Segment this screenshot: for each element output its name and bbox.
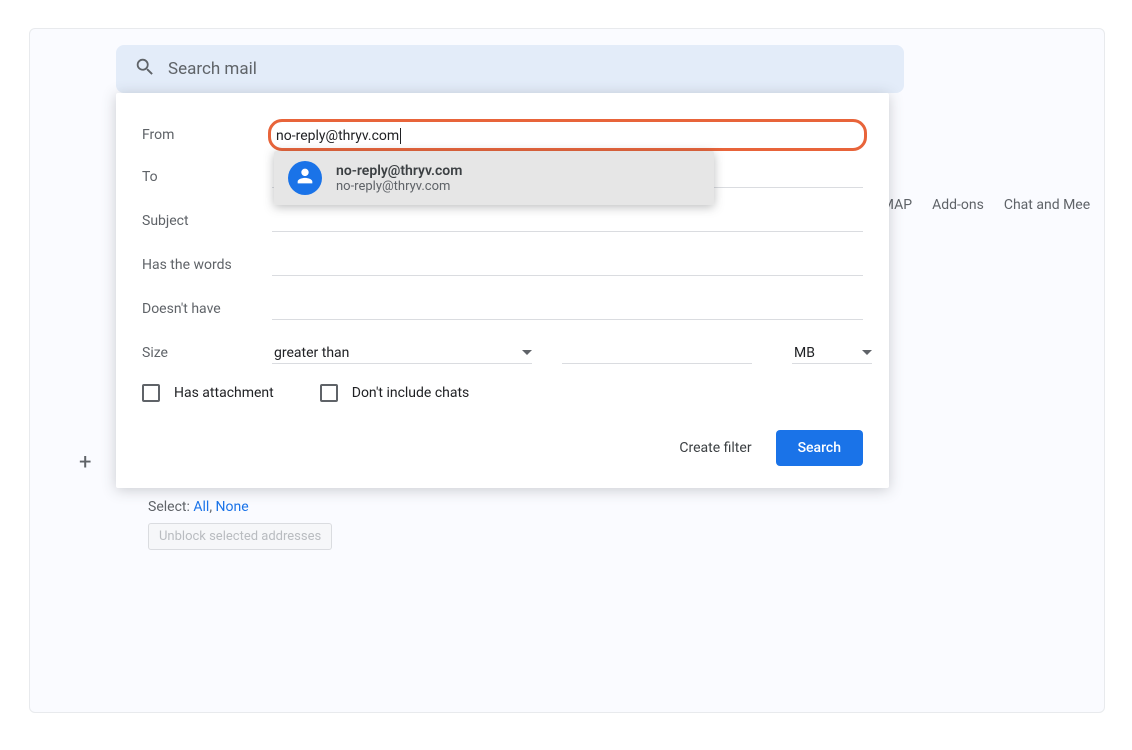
checkbox-row: Has attachment Don't include chats (142, 384, 863, 402)
select-none-link[interactable]: None (216, 499, 249, 515)
label-subject: Subject (142, 213, 272, 229)
text-caret (400, 128, 401, 144)
row-size: Size greater than MB (142, 342, 863, 364)
size-unit-value: MB (794, 345, 815, 361)
row-doesnt-have: Doesn't have (142, 298, 863, 320)
suggestion-item[interactable]: no-reply@thryv.com no-reply@thryv.com (274, 151, 714, 205)
tab-addons[interactable]: Add-ons (932, 197, 984, 213)
suggestion-name: no-reply@thryv.com (336, 163, 462, 179)
blocked-addresses-section: Select: All, None Unblock selected addre… (148, 499, 332, 550)
doesnt-have-input[interactable] (272, 298, 863, 320)
dont-include-chats-label: Don't include chats (352, 385, 470, 401)
size-unit-select[interactable]: MB (792, 342, 872, 364)
size-operator-select[interactable]: greater than (272, 342, 532, 364)
chevron-down-icon (522, 350, 532, 355)
search-bar[interactable]: Search mail (116, 45, 904, 93)
label-size: Size (142, 345, 272, 361)
has-words-input[interactable] (272, 254, 863, 276)
compose-plus-icon[interactable]: + (79, 452, 91, 474)
autocomplete-suggestion: no-reply@thryv.com no-reply@thryv.com (274, 151, 714, 205)
search-icon (134, 56, 156, 82)
settings-panel: Search mail IMAP Add-ons Chat and Mee + … (29, 28, 1105, 713)
search-button[interactable]: Search (776, 430, 863, 466)
chevron-down-icon (862, 350, 872, 355)
settings-tabs: IMAP Add-ons Chat and Mee (878, 197, 1090, 213)
row-has-words: Has the words (142, 254, 863, 276)
label-has-words: Has the words (142, 257, 272, 273)
create-filter-button[interactable]: Create filter (679, 440, 751, 456)
from-input[interactable]: no-reply@thryv.com (272, 125, 863, 144)
suggestion-email: no-reply@thryv.com (336, 179, 462, 194)
size-operator-value: greater than (274, 345, 349, 361)
from-value: no-reply@thryv.com (272, 128, 399, 144)
filter-actions: Create filter Search (142, 430, 863, 466)
avatar (288, 161, 322, 195)
search-placeholder: Search mail (168, 59, 257, 79)
dont-include-chats-checkbox[interactable] (320, 384, 338, 402)
suggestion-text: no-reply@thryv.com no-reply@thryv.com (336, 163, 462, 194)
label-from: From (142, 127, 272, 143)
tab-chat[interactable]: Chat and Mee (1004, 197, 1090, 213)
label-doesnt-have: Doesn't have (142, 301, 272, 317)
select-all-link[interactable]: All (193, 499, 209, 515)
size-value-input[interactable] (562, 342, 752, 364)
row-from: From no-reply@thryv.com (142, 125, 863, 144)
row-subject: Subject (142, 210, 863, 232)
select-label: Select: (148, 499, 190, 515)
subject-input[interactable] (272, 210, 863, 232)
unblock-button[interactable]: Unblock selected addresses (148, 523, 332, 550)
label-to: To (142, 169, 272, 185)
person-icon (294, 165, 316, 191)
has-attachment-checkbox[interactable] (142, 384, 160, 402)
has-attachment-label: Has attachment (174, 385, 274, 401)
